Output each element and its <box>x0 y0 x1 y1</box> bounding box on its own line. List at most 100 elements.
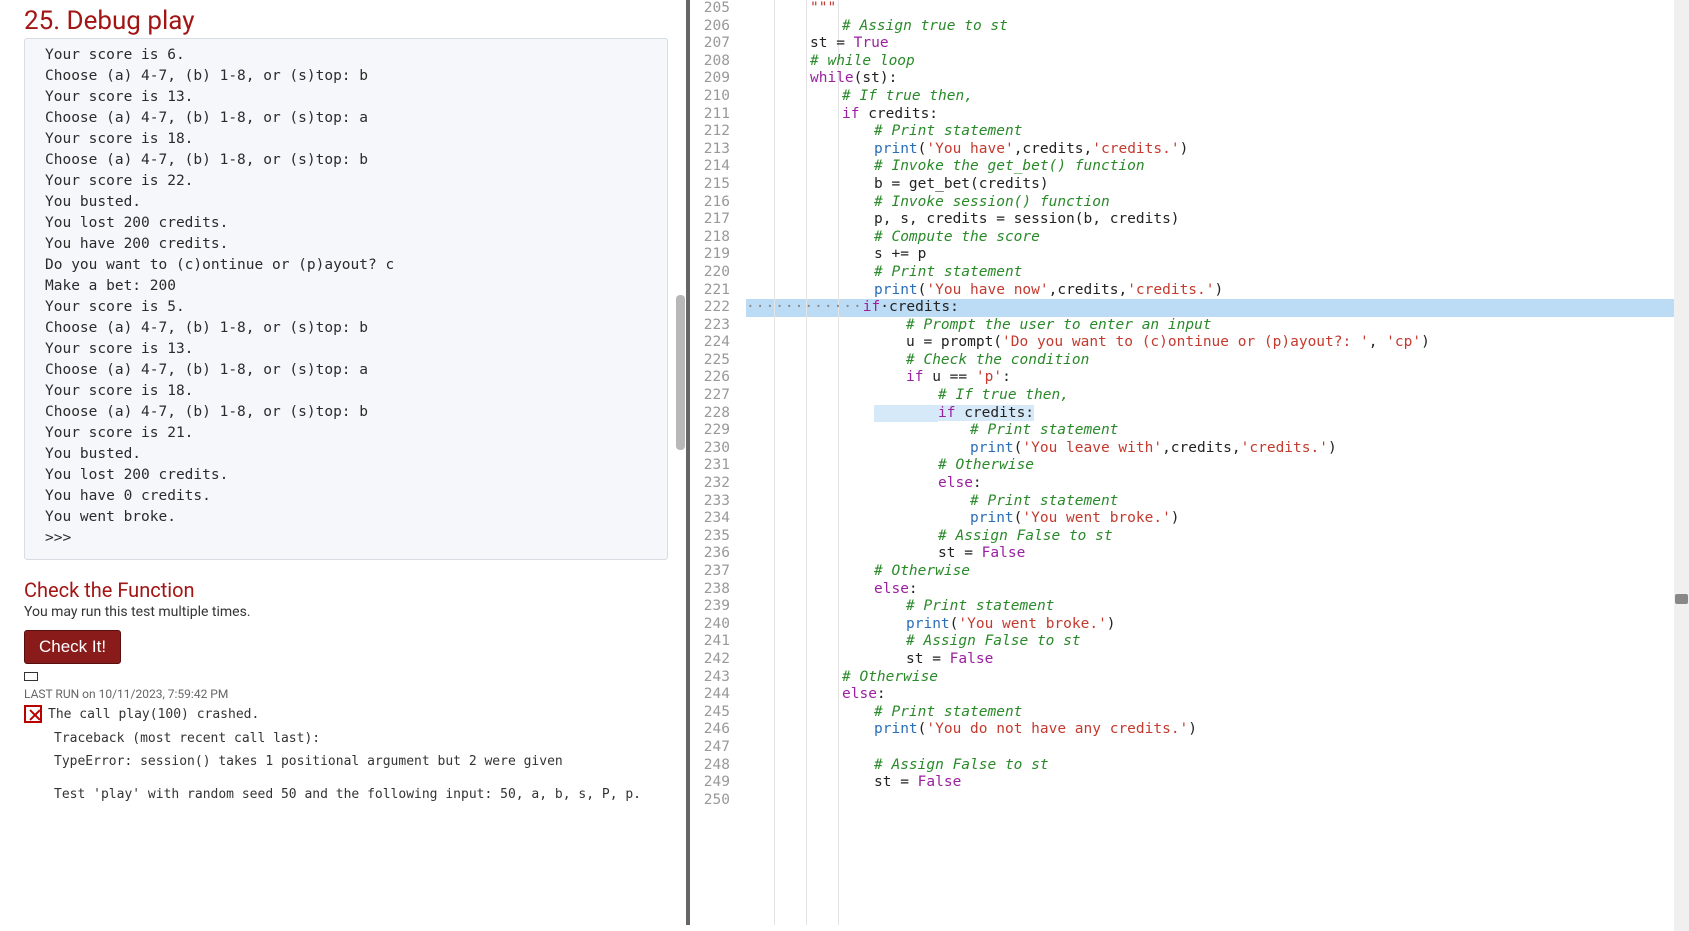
code-line[interactable]: # Check the condition <box>746 352 1689 370</box>
code-line[interactable]: u = prompt('Do you want to (c)ontinue or… <box>746 334 1689 352</box>
line-number: 229 <box>690 422 730 440</box>
line-number: 244 <box>690 686 730 704</box>
code-line[interactable]: print('You do not have any credits.') <box>746 721 1689 739</box>
code-line[interactable]: # Invoke the get_bet() function <box>746 158 1689 176</box>
line-number: 242 <box>690 651 730 669</box>
line-number: 207 <box>690 35 730 53</box>
code-line[interactable]: # Invoke session() function <box>746 194 1689 212</box>
code-area[interactable]: """# Assign true to stst = True# while l… <box>742 0 1689 925</box>
code-line[interactable]: # Prompt the user to enter an input <box>746 317 1689 335</box>
line-number: 236 <box>690 545 730 563</box>
left-pane: 25. Debug play Your score is 6. Choose (… <box>0 0 690 925</box>
code-editor[interactable]: 2052062072082092102112122132142152162172… <box>690 0 1689 925</box>
line-number: 208 <box>690 53 730 71</box>
code-line[interactable]: print('You leave with',credits,'credits.… <box>746 440 1689 458</box>
code-line[interactable]: st = False <box>746 651 1689 669</box>
error-block: The call play(100) crashed. Traceback (m… <box>24 705 668 802</box>
code-line[interactable]: # Print statement <box>746 422 1689 440</box>
line-number: 247 <box>690 739 730 757</box>
right-scrollbar[interactable] <box>1674 0 1689 931</box>
code-line[interactable]: """ <box>746 0 1689 18</box>
line-number: 209 <box>690 70 730 88</box>
check-heading: Check the Function <box>24 578 668 602</box>
line-number: 232 <box>690 475 730 493</box>
code-line[interactable]: ············if·credits: <box>746 299 1689 317</box>
line-number: 215 <box>690 176 730 194</box>
line-number: 213 <box>690 141 730 159</box>
line-number: 243 <box>690 669 730 687</box>
line-number: 222 <box>690 299 730 317</box>
line-number: 233 <box>690 493 730 511</box>
line-number-gutter: 2052062072082092102112122132142152162172… <box>690 0 742 925</box>
line-number: 249 <box>690 774 730 792</box>
line-number: 228 <box>690 405 730 423</box>
code-line[interactable]: # Print statement <box>746 493 1689 511</box>
code-line[interactable]: st = True <box>746 35 1689 53</box>
code-line[interactable]: # Assign False to st <box>746 757 1689 775</box>
fail-cross-icon <box>24 705 42 723</box>
code-line[interactable]: if credits: <box>746 106 1689 124</box>
code-line[interactable]: if u == 'p': <box>746 369 1689 387</box>
line-number: 238 <box>690 581 730 599</box>
code-line[interactable]: print('You went broke.') <box>746 510 1689 528</box>
line-number: 217 <box>690 211 730 229</box>
line-number: 210 <box>690 88 730 106</box>
code-line[interactable]: # Print statement <box>746 704 1689 722</box>
code-line[interactable]: st = False <box>746 774 1689 792</box>
code-line[interactable]: else: <box>746 475 1689 493</box>
code-line[interactable]: print('You have',credits,'credits.') <box>746 141 1689 159</box>
line-number: 237 <box>690 563 730 581</box>
code-line[interactable]: if credits: <box>746 405 1689 423</box>
code-line[interactable]: b = get_bet(credits) <box>746 176 1689 194</box>
code-line[interactable]: else: <box>746 581 1689 599</box>
line-number: 219 <box>690 246 730 264</box>
left-scrollbar-thumb[interactable] <box>676 295 685 450</box>
code-line[interactable]: # Print statement <box>746 598 1689 616</box>
code-line[interactable]: # while loop <box>746 53 1689 71</box>
line-number: 231 <box>690 457 730 475</box>
code-line[interactable]: # Print statement <box>746 123 1689 141</box>
code-line[interactable]: # If true then, <box>746 387 1689 405</box>
line-number: 246 <box>690 721 730 739</box>
error-test-line: Test 'play' with random seed 50 and the … <box>54 787 668 802</box>
last-run-timestamp: LAST RUN on 10/11/2023, 7:59:42 PM <box>24 687 668 701</box>
code-line[interactable]: st = False <box>746 545 1689 563</box>
error-typeerror: TypeError: session() takes 1 positional … <box>54 754 668 769</box>
line-number: 220 <box>690 264 730 282</box>
line-number: 241 <box>690 633 730 651</box>
code-line[interactable]: # Print statement <box>746 264 1689 282</box>
code-line[interactable]: print('You went broke.') <box>746 616 1689 634</box>
line-number: 227 <box>690 387 730 405</box>
line-number: 218 <box>690 229 730 247</box>
code-line[interactable]: # Otherwise <box>746 457 1689 475</box>
code-line[interactable]: # Compute the score <box>746 229 1689 247</box>
line-number: 225 <box>690 352 730 370</box>
code-line[interactable]: p, s, credits = session(b, credits) <box>746 211 1689 229</box>
code-line[interactable]: else: <box>746 686 1689 704</box>
code-line[interactable]: while(st): <box>746 70 1689 88</box>
line-number: 250 <box>690 792 730 810</box>
code-line[interactable]: # Assign true to st <box>746 18 1689 36</box>
check-subtext: You may run this test multiple times. <box>24 604 668 620</box>
code-line[interactable]: s += p <box>746 246 1689 264</box>
line-number: 239 <box>690 598 730 616</box>
right-scrollbar-thumb[interactable] <box>1675 594 1688 604</box>
line-number: 211 <box>690 106 730 124</box>
code-line[interactable]: # Otherwise <box>746 563 1689 581</box>
line-number: 205 <box>690 0 730 18</box>
line-number: 216 <box>690 194 730 212</box>
collapse-toggle-icon[interactable] <box>24 672 38 681</box>
code-line[interactable] <box>746 739 1689 757</box>
code-line[interactable]: # Otherwise <box>746 669 1689 687</box>
check-it-button[interactable]: Check It! <box>24 630 121 664</box>
line-number: 206 <box>690 18 730 36</box>
line-number: 234 <box>690 510 730 528</box>
code-line[interactable]: print('You have now',credits,'credits.') <box>746 282 1689 300</box>
code-line[interactable] <box>746 792 1689 810</box>
exercise-title: 25. Debug play <box>24 6 668 36</box>
code-line[interactable]: # If true then, <box>746 88 1689 106</box>
code-line[interactable]: # Assign False to st <box>746 633 1689 651</box>
code-line[interactable]: # Assign False to st <box>746 528 1689 546</box>
line-number: 240 <box>690 616 730 634</box>
console-output: Your score is 6. Choose (a) 4-7, (b) 1-8… <box>24 38 668 560</box>
